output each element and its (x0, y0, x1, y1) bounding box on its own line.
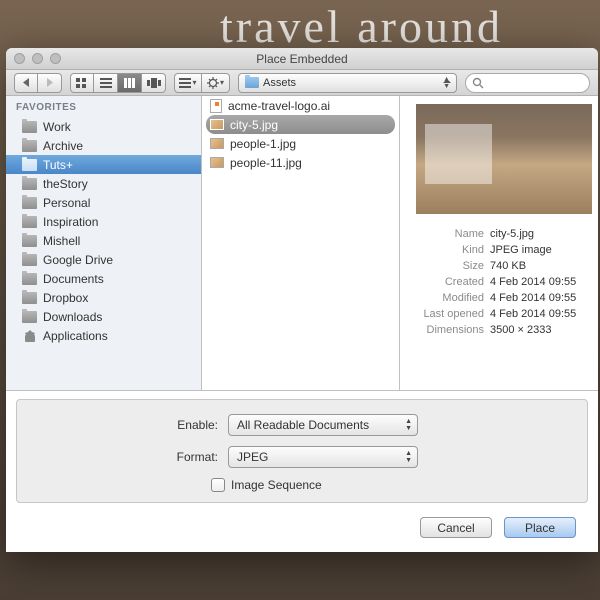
info-label: Dimensions (410, 322, 490, 338)
sidebar-label: Dropbox (43, 291, 88, 305)
file-name: people-1.jpg (230, 137, 296, 151)
folder-icon (245, 77, 259, 88)
path-label: Assets (263, 77, 296, 89)
format-popup[interactable]: JPEG ▲▼ (228, 446, 418, 468)
file-column: acme-travel-logo.ai city-5.jpg people-1.… (202, 96, 400, 390)
sidebar-item[interactable]: Google Drive (6, 250, 201, 269)
app-icon (22, 330, 37, 342)
file-type-icon (210, 99, 222, 113)
info-value: 4 Feb 2014 09:55 (490, 290, 576, 306)
info-value: 3500 × 2333 (490, 322, 551, 338)
file-thumb-icon (210, 157, 224, 168)
folder-icon (22, 121, 37, 133)
window-title: Place Embedded (6, 52, 598, 66)
sidebar-label: Archive (43, 139, 83, 153)
sidebar-label: Mishell (43, 234, 80, 248)
file-item[interactable]: people-1.jpg (202, 134, 399, 153)
file-name: acme-travel-logo.ai (228, 99, 330, 113)
info-label: Created (410, 274, 490, 290)
info-label: Last opened (410, 306, 490, 322)
sidebar-item[interactable]: Tuts+ (6, 155, 201, 174)
image-sequence-checkbox[interactable] (211, 478, 225, 492)
info-value: 4 Feb 2014 09:55 (490, 306, 576, 322)
action-button[interactable]: ▾ (202, 73, 230, 93)
view-list-button[interactable] (94, 73, 118, 93)
arrange-button[interactable]: ▾ (174, 73, 202, 93)
cancel-button[interactable]: Cancel (420, 517, 492, 538)
enable-value: All Readable Documents (237, 418, 369, 432)
file-thumb-icon (210, 119, 224, 130)
sidebar-label: Personal (43, 196, 90, 210)
sidebar: FAVORITES Work Archive Tuts+ theStory Pe… (6, 96, 202, 390)
sidebar-label: Tuts+ (43, 158, 73, 172)
file-name: people-11.jpg (230, 156, 302, 170)
file-item[interactable]: city-5.jpg (206, 115, 395, 134)
sidebar-item[interactable]: Applications (6, 326, 201, 345)
folder-icon (22, 159, 37, 171)
popup-arrows-icon: ▲▼ (405, 450, 412, 464)
nav-back-button[interactable] (14, 73, 38, 93)
info-label: Size (410, 258, 490, 274)
info-label: Name (410, 226, 490, 242)
folder-icon (22, 197, 37, 209)
sidebar-header: FAVORITES (6, 96, 201, 117)
image-sequence-label: Image Sequence (231, 478, 322, 492)
sidebar-label: Downloads (43, 310, 102, 324)
sidebar-item[interactable]: Work (6, 117, 201, 136)
popup-arrows-icon: ▲▼ (443, 76, 450, 90)
dialog-footer: Cancel Place (6, 511, 598, 552)
sidebar-item[interactable]: Documents (6, 269, 201, 288)
view-columns-button[interactable] (118, 73, 142, 93)
sidebar-item[interactable]: Personal (6, 193, 201, 212)
format-value: JPEG (237, 450, 268, 464)
sidebar-label: theStory (43, 177, 88, 191)
file-dialog: Place Embedded ▾ ▾ Assets ▲▼ (6, 48, 598, 552)
file-name: city-5.jpg (230, 118, 278, 132)
toolbar: ▾ ▾ Assets ▲▼ (6, 70, 598, 96)
info-value: city-5.jpg (490, 226, 534, 242)
preview-column: Namecity-5.jpg KindJPEG image Size740 KB… (400, 96, 598, 390)
sidebar-item[interactable]: Downloads (6, 307, 201, 326)
file-item[interactable]: acme-travel-logo.ai (202, 96, 399, 115)
path-popup[interactable]: Assets ▲▼ (238, 73, 457, 93)
folder-icon (22, 292, 37, 304)
info-label: Modified (410, 290, 490, 306)
format-label: Format: (33, 450, 228, 464)
folder-icon (22, 178, 37, 190)
sidebar-item[interactable]: Dropbox (6, 288, 201, 307)
options-panel: Enable: All Readable Documents ▲▼ Format… (16, 399, 588, 503)
enable-popup[interactable]: All Readable Documents ▲▼ (228, 414, 418, 436)
view-icon-button[interactable] (70, 73, 94, 93)
folder-icon (22, 273, 37, 285)
sidebar-item[interactable]: theStory (6, 174, 201, 193)
info-value: 740 KB (490, 258, 526, 274)
preview-image (416, 104, 592, 214)
sidebar-label: Google Drive (43, 253, 113, 267)
info-value: JPEG image (490, 242, 552, 258)
file-item[interactable]: people-11.jpg (202, 153, 399, 172)
sidebar-label: Work (43, 120, 71, 134)
folder-icon (22, 140, 37, 152)
popup-arrows-icon: ▲▼ (405, 418, 412, 432)
sidebar-label: Inspiration (43, 215, 98, 229)
view-coverflow-button[interactable] (142, 73, 166, 93)
folder-icon (22, 216, 37, 228)
info-label: Kind (410, 242, 490, 258)
folder-icon (22, 311, 37, 323)
enable-label: Enable: (33, 418, 228, 432)
file-thumb-icon (210, 138, 224, 149)
info-value: 4 Feb 2014 09:55 (490, 274, 576, 290)
sidebar-item[interactable]: Archive (6, 136, 201, 155)
search-input[interactable] (465, 73, 590, 93)
sidebar-label: Applications (43, 329, 108, 343)
sidebar-label: Documents (43, 272, 104, 286)
sidebar-item[interactable]: Inspiration (6, 212, 201, 231)
background-app-text: travel around (220, 0, 503, 53)
folder-icon (22, 254, 37, 266)
titlebar: Place Embedded (6, 48, 598, 70)
sidebar-item[interactable]: Mishell (6, 231, 201, 250)
folder-icon (22, 235, 37, 247)
place-button[interactable]: Place (504, 517, 576, 538)
nav-forward-button[interactable] (38, 73, 62, 93)
